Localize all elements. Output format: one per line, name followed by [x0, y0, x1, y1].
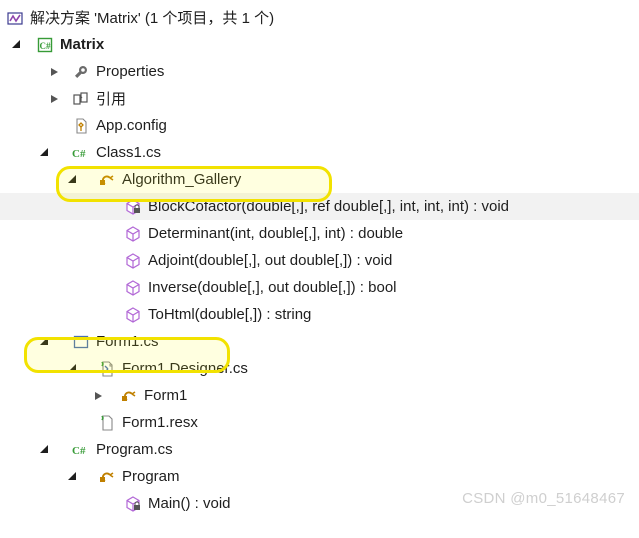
properties-node[interactable]: Properties — [0, 58, 639, 85]
expand-toggle[interactable] — [4, 41, 26, 49]
cs-icon — [71, 145, 91, 161]
references-node[interactable]: 引用 — [0, 85, 639, 112]
expand-toggle[interactable] — [32, 338, 54, 346]
method-private-icon — [125, 199, 141, 215]
expand-toggle[interactable] — [60, 176, 82, 184]
member-label: BlockCofactor(double[,], ref double[,], … — [144, 198, 509, 215]
solution-icon — [7, 10, 23, 26]
expand-toggle[interactable] — [44, 95, 66, 103]
csfile-icon — [99, 361, 115, 377]
member-node[interactable]: BlockCofactor(double[,], ref double[,], … — [0, 193, 639, 220]
method-icon — [125, 280, 141, 296]
appconfig-label: App.config — [92, 117, 167, 134]
class-icon — [99, 172, 115, 188]
expand-toggle[interactable] — [60, 365, 82, 373]
csproj-icon — [37, 37, 53, 53]
program-file-node[interactable]: Program.cs — [0, 436, 639, 463]
program-file-label: Program.cs — [92, 441, 173, 458]
expand-toggle[interactable] — [32, 149, 54, 157]
appconfig-node[interactable]: App.config — [0, 112, 639, 139]
member-label: Determinant(int, double[,], int) : doubl… — [144, 225, 403, 242]
form1-file-label: Form1.cs — [92, 333, 159, 350]
project-label: Matrix — [56, 36, 104, 53]
form1-file-node[interactable]: Form1.cs — [0, 328, 639, 355]
form1-designer-label: Form1.Designer.cs — [118, 360, 248, 377]
references-label: 引用 — [92, 88, 126, 109]
method-icon — [125, 226, 141, 242]
config-icon — [73, 118, 89, 134]
algorithm-gallery-class-node[interactable]: Algorithm_Gallery — [0, 166, 639, 193]
class1-file-node[interactable]: Class1.cs — [0, 139, 639, 166]
method-icon — [125, 307, 141, 323]
solution-node[interactable]: 解决方案 'Matrix' (1 个项目，共 1 个) — [0, 4, 639, 31]
watermark: CSDN @m0_51648467 — [462, 490, 625, 507]
member-node[interactable]: Determinant(int, double[,], int) : doubl… — [0, 220, 639, 247]
form1-resx-node[interactable]: Form1.resx — [0, 409, 639, 436]
form1-class-node[interactable]: Form1 — [0, 382, 639, 409]
program-class-node[interactable]: Program — [0, 463, 639, 490]
solution-label: 解决方案 'Matrix' (1 个项目，共 1 个) — [26, 7, 274, 28]
class-icon — [99, 469, 115, 485]
method-private-icon — [125, 496, 141, 512]
form1-designer-node[interactable]: Form1.Designer.cs — [0, 355, 639, 382]
form1-class-label: Form1 — [140, 387, 187, 404]
expand-toggle[interactable] — [32, 446, 54, 454]
program-class-label: Program — [118, 468, 180, 485]
expand-toggle[interactable] — [60, 473, 82, 481]
wrench-icon — [73, 64, 89, 80]
expand-toggle[interactable] — [44, 68, 66, 76]
expand-toggle[interactable] — [88, 392, 110, 400]
form1-resx-label: Form1.resx — [118, 414, 198, 431]
project-node[interactable]: Matrix — [0, 31, 639, 58]
member-label: Inverse(double[,], out double[,]) : bool — [144, 279, 397, 296]
method-icon — [125, 253, 141, 269]
member-node[interactable]: Inverse(double[,], out double[,]) : bool — [0, 274, 639, 301]
form-icon — [73, 334, 89, 350]
member-node[interactable]: Adjoint(double[,], out double[,]) : void — [0, 247, 639, 274]
main-method-label: Main() : void — [144, 495, 231, 512]
cs-icon — [71, 442, 91, 458]
properties-label: Properties — [92, 63, 164, 80]
file-icon — [99, 415, 115, 431]
class1-file-label: Class1.cs — [92, 144, 161, 161]
class-icon — [121, 388, 137, 404]
member-node[interactable]: ToHtml(double[,]) : string — [0, 301, 639, 328]
references-icon — [73, 91, 89, 107]
member-label: Adjoint(double[,], out double[,]) : void — [144, 252, 392, 269]
member-label: ToHtml(double[,]) : string — [144, 306, 311, 323]
class-label: Algorithm_Gallery — [118, 171, 241, 188]
